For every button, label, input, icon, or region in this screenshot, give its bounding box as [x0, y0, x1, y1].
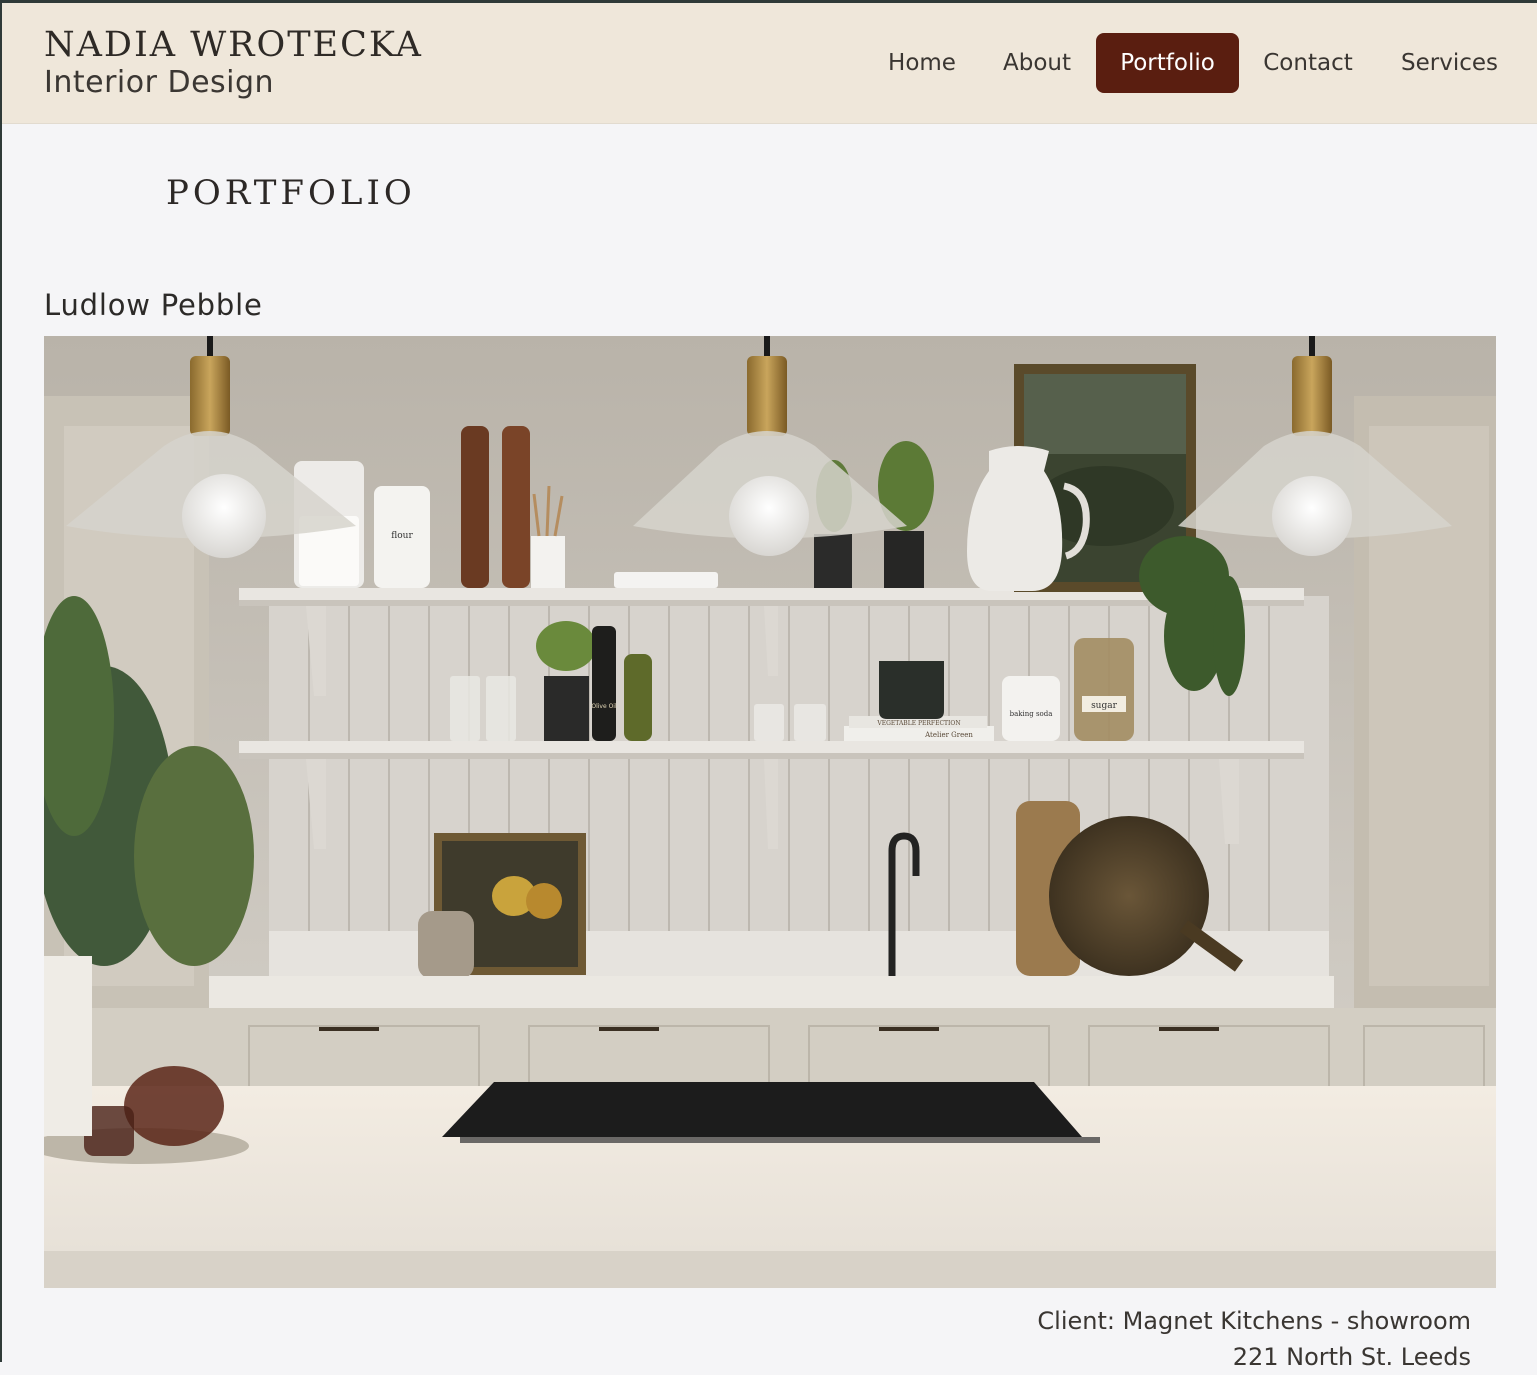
nav-portfolio-link[interactable]: Portfolio	[1096, 33, 1239, 93]
baking-soda-jar-label: baking soda	[1010, 710, 1053, 718]
site-header: NADIA WROTECKA Interior Design Home Abou…	[2, 3, 1537, 124]
flour-jar-label: flour	[391, 531, 413, 541]
client-line: Client: Magnet Kitchens - showroom	[1037, 1307, 1471, 1335]
page-title: PORTFOLIO	[166, 173, 416, 213]
book-title-label: VEGETABLE PERFECTION	[876, 720, 960, 727]
olive-oil-label: Olive Oil	[591, 703, 617, 710]
nav-services-link[interactable]: Services	[1388, 33, 1511, 93]
address-line: 221 North St. Leeds	[1232, 1343, 1471, 1371]
nav-about-link[interactable]: About	[987, 33, 1087, 93]
project-title: Ludlow Pebble	[44, 288, 263, 322]
brand-subtitle: Interior Design	[44, 65, 275, 100]
project-photo-kitchen: flour Olive Oil VEGETABLE PERFECTION Ate…	[44, 336, 1496, 1288]
book-author-label: Atelier Green	[924, 731, 973, 739]
nav-contact-link[interactable]: Contact	[1250, 33, 1366, 93]
brand-name[interactable]: NADIA WROTECKA	[44, 25, 423, 65]
nav-home-link[interactable]: Home	[872, 33, 972, 93]
project-caption: Client: Magnet Kitchens - showroom 221 N…	[1037, 1303, 1471, 1375]
sugar-jar-label: sugar	[1091, 701, 1118, 711]
